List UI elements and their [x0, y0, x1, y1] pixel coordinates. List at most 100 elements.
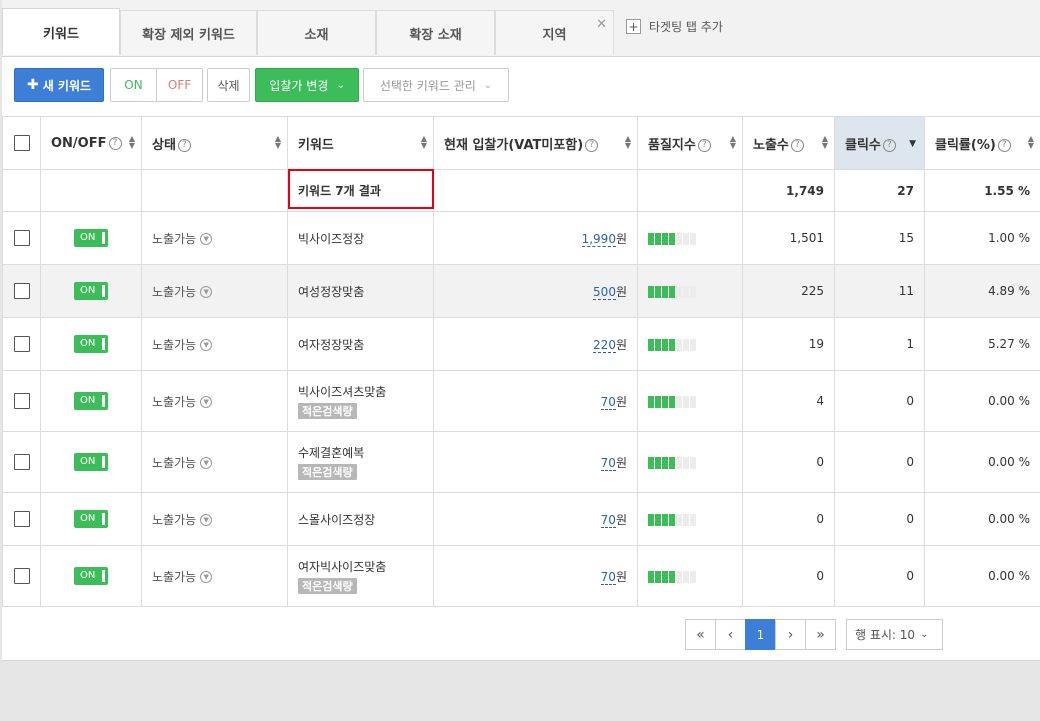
onoff-toggle[interactable]: ON: [74, 229, 108, 247]
help-icon[interactable]: ?: [997, 138, 1011, 152]
keyword-text[interactable]: 빅사이즈셔츠맞춤: [298, 383, 423, 400]
low-search-volume-badge: 적은검색량: [298, 403, 357, 419]
table-row[interactable]: ON 노출가능 ▼ 수제결혼예복 적은검색량 70원 0 0 0.00 %: [2, 431, 1040, 493]
summary-clicks: 27: [834, 169, 925, 212]
first-page-button[interactable]: «: [685, 619, 716, 650]
column-bid[interactable]: 현재 입찰가(VAT미포함)? ▲ ▼: [433, 116, 638, 170]
ctr-cell: 0.00 %: [924, 370, 1040, 432]
button-label: 입찰가 변경: [269, 78, 329, 93]
quality-bar-segment: [690, 513, 696, 526]
table-row[interactable]: ON 노출가능 ▼ 빅사이즈정장 1,990원 1,501 15 1.00 %: [2, 211, 1040, 265]
table-row[interactable]: ON 노출가능 ▼ 여자정장맞춤 220원 19 1 5.27 %: [2, 317, 1040, 371]
column-impressions[interactable]: 노출수? ▲ ▼: [742, 116, 835, 170]
onoff-toggle[interactable]: ON: [74, 510, 108, 528]
row-checkbox[interactable]: [13, 336, 30, 352]
help-icon[interactable]: ?: [697, 138, 711, 152]
quality-bar-segment: [655, 338, 661, 351]
bid-change-button[interactable]: 입찰가 변경 ⌄: [255, 68, 359, 102]
keyword-text[interactable]: 여성정장맞춤: [298, 283, 423, 300]
prev-page-button[interactable]: ‹: [715, 619, 746, 650]
quality-bar-segment: [676, 513, 682, 526]
page-button-current[interactable]: 1: [745, 619, 776, 650]
row-checkbox[interactable]: [13, 511, 30, 527]
bid-value[interactable]: 70: [600, 569, 616, 585]
help-icon[interactable]: ?: [177, 138, 191, 152]
keyword-text[interactable]: 여자정장맞춤: [298, 336, 423, 353]
manage-selected-keywords-button[interactable]: 선택한 키워드 관리 ⌄: [363, 68, 509, 102]
onoff-toggle[interactable]: ON: [74, 282, 108, 300]
status-dropdown-icon[interactable]: ▼: [200, 286, 213, 298]
next-page-button[interactable]: ›: [775, 619, 806, 650]
bid-value[interactable]: 220: [593, 337, 616, 353]
keyword-cell: 스몰사이즈정장: [287, 492, 434, 546]
add-targeting-tab-button[interactable]: + 타겟팅 탭 추가: [626, 18, 723, 35]
row-checkbox[interactable]: [13, 393, 30, 409]
off-button[interactable]: OFF: [156, 68, 203, 102]
row-checkbox[interactable]: [13, 230, 30, 246]
column-quality[interactable]: 품질지수? ▲ ▼: [637, 116, 743, 170]
quality-bar-segment: [669, 513, 675, 526]
table-row[interactable]: ON 노출가능 ▼ 여자빅사이즈맞춤 적은검색량 70원 0 0 0.00 %: [2, 545, 1040, 607]
tab-extension-creatives[interactable]: 확장 소재: [376, 10, 495, 55]
keyword-text[interactable]: 빅사이즈정장: [298, 230, 423, 247]
help-icon[interactable]: ?: [790, 138, 804, 152]
status-dropdown-icon[interactable]: ▼: [200, 457, 213, 469]
select-all-checkbox[interactable]: [13, 135, 30, 151]
new-keyword-button[interactable]: ✚ 새 키워드: [14, 68, 104, 102]
tab-creatives[interactable]: 소재: [257, 10, 376, 55]
row-checkbox[interactable]: [13, 568, 30, 584]
quality-bar-segment: [648, 232, 654, 245]
keyword-table: ON/OFF? ▲ ▼ 상태? ▲ ▼ 키워드 ▲ ▼ 현재 입찰가(VAT미포함)? ▲ ▼ …: [2, 116, 1040, 607]
delete-button[interactable]: 삭제: [207, 68, 250, 102]
onoff-toggle[interactable]: ON: [74, 567, 108, 585]
keyword-text[interactable]: 수제결혼예복: [298, 444, 423, 461]
onoff-toggle[interactable]: ON: [74, 453, 108, 471]
last-page-button[interactable]: »: [805, 619, 836, 650]
status-dropdown-icon[interactable]: ▼: [200, 571, 213, 583]
tab-region[interactable]: 지역 ✕: [495, 10, 614, 55]
onoff-toggle[interactable]: ON: [74, 392, 108, 410]
bid-value[interactable]: 70: [600, 455, 616, 471]
keyword-text[interactable]: 스몰사이즈정장: [298, 511, 423, 528]
bid-value[interactable]: 70: [600, 512, 616, 528]
quality-bar-segment: [683, 513, 689, 526]
quality-bar-segment: [662, 232, 668, 245]
status-dropdown-icon[interactable]: ▼: [200, 339, 213, 351]
keyword-text[interactable]: 여자빅사이즈맞춤: [298, 558, 423, 575]
bid-value[interactable]: 1,990: [581, 231, 616, 247]
column-status[interactable]: 상태? ▲ ▼: [141, 116, 288, 170]
row-checkbox[interactable]: [13, 283, 30, 299]
table-row[interactable]: ON 노출가능 ▼ 빅사이즈셔츠맞춤 적은검색량 70원 4 0 0.00 %: [2, 370, 1040, 432]
chevron-down-icon: ⌄: [336, 79, 345, 91]
status-dropdown-icon[interactable]: ▼: [200, 233, 213, 245]
rows-per-page-select[interactable]: 행 표시: 10 ⌄: [846, 619, 943, 650]
row-checkbox[interactable]: [13, 454, 30, 470]
table-row[interactable]: ON 노출가능 ▼ 스몰사이즈정장 70원 0 0 0.00 %: [2, 492, 1040, 546]
help-icon[interactable]: ?: [108, 136, 122, 150]
bid-value[interactable]: 500: [593, 284, 616, 300]
column-keyword[interactable]: 키워드 ▲ ▼: [287, 116, 434, 170]
bid-value[interactable]: 70: [600, 394, 616, 410]
tab-excluded-keywords[interactable]: 확장 제외 키워드: [120, 10, 257, 55]
currency-unit: 원: [615, 394, 627, 409]
summary-row: 키워드 7개 결과 1,749 27 1.55 %: [2, 169, 1040, 212]
table-row[interactable]: ON 노출가능 ▼ 여성정장맞춤 500원 225 11 4.89 %: [2, 264, 1040, 318]
onoff-toggle[interactable]: ON: [74, 335, 108, 353]
help-icon[interactable]: ?: [882, 138, 896, 152]
keyword-cell: 여자정장맞춤: [287, 317, 434, 371]
tab-keywords[interactable]: 키워드: [2, 8, 120, 55]
quality-bar-segment: [683, 338, 689, 351]
column-clicks[interactable]: 클릭수? ▼: [834, 116, 925, 170]
column-ctr[interactable]: 클릭률(%)? ▲ ▼: [924, 116, 1040, 170]
quality-bar-segment: [669, 456, 675, 469]
quality-bar-segment: [690, 232, 696, 245]
status-dropdown-icon[interactable]: ▼: [200, 514, 213, 526]
quality-bar-segment: [669, 570, 675, 583]
column-onoff[interactable]: ON/OFF? ▲ ▼: [40, 116, 142, 170]
help-icon[interactable]: ?: [585, 138, 599, 152]
status-label: 노출가능: [152, 337, 197, 352]
status-dropdown-icon[interactable]: ▼: [200, 396, 213, 408]
bid-cell: 70원: [433, 370, 638, 432]
on-button[interactable]: ON: [110, 68, 157, 102]
close-icon[interactable]: ✕: [596, 17, 607, 32]
